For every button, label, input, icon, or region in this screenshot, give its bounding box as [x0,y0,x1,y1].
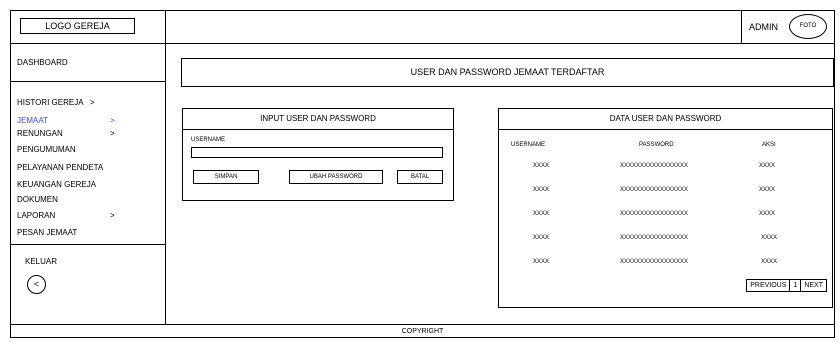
logout-link[interactable]: KELUAR [25,257,57,266]
table-cell-password: XXXXXXXXXXXXXXXXX [620,163,689,169]
username-label: USERNAME [191,137,226,143]
table-cell-action[interactable]: XXXX [759,163,775,169]
sidebar-item-renungan[interactable]: RENUNGAN [17,129,63,138]
sidebar-item-dokumen[interactable]: DOKUMEN [17,195,58,204]
pagination-next-button[interactable]: NEXT [800,280,826,291]
sidebar-item-jemaat[interactable]: JEMAAT [17,116,48,125]
sidebar-item-laporan[interactable]: LAPORAN [17,211,55,220]
logo-cell: LOGO GEREJA [11,11,166,43]
pagination: PREVIOUS 1 NEXT [746,279,827,292]
church-logo[interactable]: LOGO GEREJA [20,18,135,34]
pagination-previous-button[interactable]: PREVIOUS [747,280,789,291]
cancel-button[interactable]: BATAL [397,170,443,184]
table-cell-username: XXXX [533,259,550,265]
column-header-username: USERNAME [511,142,546,148]
table-cell-action[interactable]: XXXX [761,259,777,265]
column-header-aksi: AKSI [762,142,776,148]
sidebar-item-histori-gereja[interactable]: HISTORI GEREJA [17,98,84,107]
table-cell-password: XXXXXXXXXXXXXXXXX [620,259,689,265]
chevron-right-icon: > [110,211,115,220]
chevron-right-icon: > [110,129,115,138]
sidebar: DASHBOARD HISTORI GEREJA > JEMAAT > RENU… [11,44,166,324]
app-frame: LOGO GEREJA ADMIN FOTO DASHBOARD HISTORI… [10,10,835,338]
pagination-page-button[interactable]: 1 [789,280,800,291]
header: LOGO GEREJA ADMIN FOTO [11,11,834,44]
table-cell-username: XXXX [533,235,550,241]
chevron-right-icon: > [90,98,95,107]
admin-label[interactable]: ADMIN [749,22,778,32]
footer: COPYRIGHT [11,324,834,339]
sidebar-divider [11,81,165,82]
table-cell-password: XXXXXXXXXXXXXXXXX [620,187,689,193]
page-title: USER DAN PASSWORD JEMAAT TERDAFTAR [181,58,834,87]
table-cell-password: XXXXXXXXXXXXXXXXX [620,211,689,217]
form-panel-title: INPUT USER DAN PASSWORD [183,109,453,130]
save-button[interactable]: SIMPAN [193,170,259,184]
table-cell-username: XXXX [533,163,550,169]
sidebar-item-dashboard[interactable]: DASHBOARD [17,58,68,67]
sidebar-divider [11,244,165,245]
table-cell-password: XXXXXXXXXXXXXXXXX [620,235,689,241]
sidebar-item-keuangan-gereja[interactable]: KEUANGAN GEREJA [17,180,96,189]
input-form-panel: INPUT USER DAN PASSWORD USERNAME SIMPAN … [182,108,454,201]
admin-cell: ADMIN FOTO [741,11,835,43]
table-cell-username: XXXX [533,187,550,193]
avatar[interactable]: FOTO [789,14,827,39]
chevron-right-icon: > [110,116,115,125]
change-password-button[interactable]: UBAH PASSWORD [289,170,383,184]
user-data-panel: DATA USER DAN PASSWORD USERNAME PASSWORD… [498,108,833,308]
back-arrow-icon[interactable]: < [27,275,46,294]
table-cell-action[interactable]: XXXX [761,235,777,241]
sidebar-item-pelayanan-pendeta[interactable]: PELAYANAN PENDETA [17,163,103,172]
table-panel-title: DATA USER DAN PASSWORD [499,109,832,130]
column-header-password: PASSWORD [639,142,674,148]
sidebar-item-pesan-jemaat[interactable]: PESAN JEMAAT [17,228,77,237]
username-input[interactable] [191,147,443,158]
table-cell-username: XXXX [533,211,550,217]
table-cell-action[interactable]: XXXX [759,211,775,217]
sidebar-item-pengumuman[interactable]: PENGUMUMAN [17,145,76,154]
table-cell-action[interactable]: XXXX [759,187,775,193]
